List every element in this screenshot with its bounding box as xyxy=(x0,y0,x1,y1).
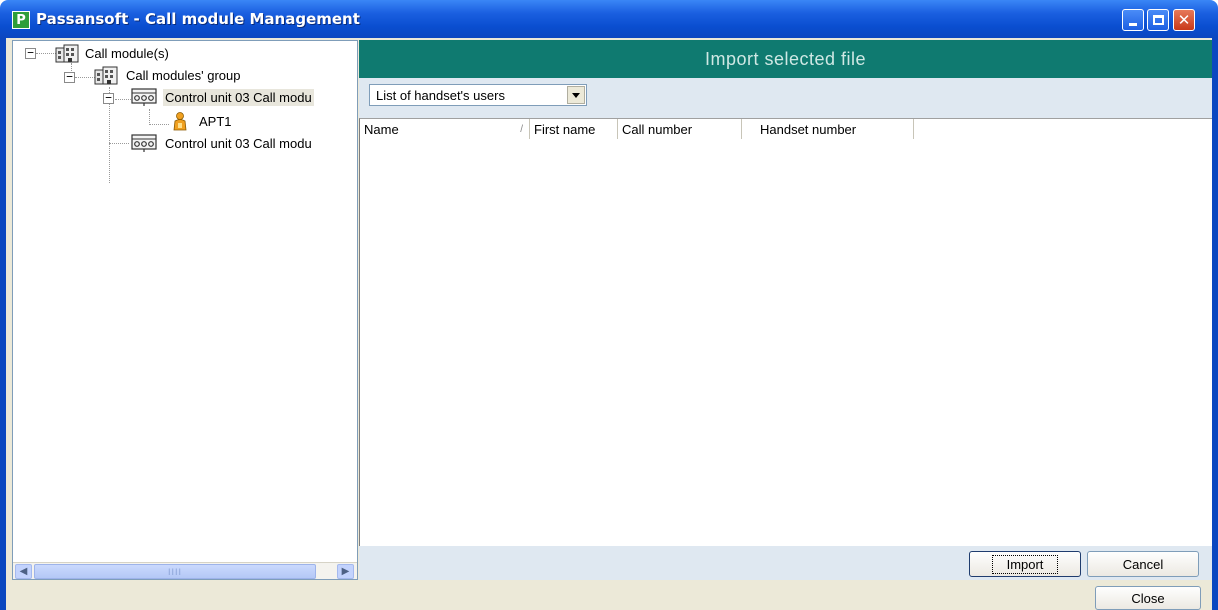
tree-collapse-root[interactable]: − xyxy=(25,47,36,59)
tree-node-call-modules-group[interactable]: Call modules' group xyxy=(94,65,243,85)
dropdown-arrow-button[interactable] xyxy=(567,86,585,104)
tree-node-label: Control unit 03 Call modu xyxy=(163,88,314,106)
tree-connector xyxy=(109,143,129,144)
control-unit-icon xyxy=(131,134,157,152)
column-header-name[interactable]: Name / xyxy=(360,119,530,139)
sort-indicator-icon: / xyxy=(520,123,523,135)
column-header-first-name[interactable]: First name xyxy=(530,119,618,139)
scroll-thumb[interactable]: IIII xyxy=(34,564,316,579)
import-button-label: Import xyxy=(991,554,1059,574)
handset-users-list[interactable]: Name / First name Call number Handset nu… xyxy=(359,118,1212,546)
tree-node-user-apt1[interactable]: APT1 xyxy=(173,111,234,131)
cancel-button-label: Cancel xyxy=(1122,556,1164,572)
column-header-filler xyxy=(914,119,1212,139)
minimize-icon xyxy=(1129,23,1137,26)
tree-node-label: Call modules' group xyxy=(126,67,241,83)
tree-collapse-unit-1[interactable]: − xyxy=(103,92,114,104)
building-icon xyxy=(94,66,118,85)
tree-node-control-unit-1[interactable]: Control unit 03 Call modu xyxy=(131,87,314,107)
column-header-call-number[interactable]: Call number xyxy=(618,119,742,139)
list-header: Name / First name Call number Handset nu… xyxy=(360,119,1212,139)
tree-node-label: APT1 xyxy=(199,113,232,129)
tree-collapse-group[interactable]: − xyxy=(64,71,75,83)
scroll-left-button[interactable]: ◀ xyxy=(15,564,32,579)
user-icon xyxy=(173,112,187,131)
close-icon: ✕ xyxy=(1177,10,1191,29)
chevron-right-icon: ▶ xyxy=(341,566,350,577)
chevron-down-icon xyxy=(572,92,580,98)
tree-node-label: Call module(s) xyxy=(85,45,169,61)
column-header-label: Handset number xyxy=(760,121,857,137)
tree-node-control-unit-2[interactable]: Control unit 03 Call modu xyxy=(131,133,314,153)
tree-connector xyxy=(75,77,95,78)
chevron-left-icon: ◀ xyxy=(19,566,28,577)
cancel-button[interactable]: Cancel xyxy=(1087,551,1199,577)
tree-connector xyxy=(115,99,131,100)
column-header-label: First name xyxy=(534,121,596,137)
title-bar[interactable]: P Passansoft - Call module Management ✕ xyxy=(0,0,1218,38)
close-button[interactable]: Close xyxy=(1095,586,1201,610)
tree-node-call-modules[interactable]: Call module(s) xyxy=(55,43,171,63)
window-frame-right xyxy=(1212,38,1218,610)
list-type-select[interactable]: List of handset's users xyxy=(369,84,587,106)
column-header-label: Name xyxy=(364,121,399,137)
building-icon xyxy=(55,44,79,63)
panel-header: Import selected file xyxy=(359,40,1212,78)
app-icon[interactable]: P xyxy=(12,11,30,29)
window-title: Passansoft - Call module Management xyxy=(36,10,360,28)
close-window-button[interactable]: ✕ xyxy=(1173,9,1195,31)
tree-connector xyxy=(149,124,169,125)
control-unit-icon xyxy=(131,88,157,106)
tree-connector xyxy=(36,53,56,54)
call-module-tree[interactable]: − Call module(s) − Call modules' group − xyxy=(12,40,358,580)
minimize-button[interactable] xyxy=(1122,9,1144,31)
maximize-button[interactable] xyxy=(1147,9,1169,31)
close-button-label: Close xyxy=(1131,590,1165,606)
list-type-value: List of handset's users xyxy=(376,87,505,103)
tree-connector xyxy=(149,109,150,125)
tree-horizontal-scrollbar[interactable]: ◀ IIII ▶ xyxy=(13,562,357,579)
scroll-right-button[interactable]: ▶ xyxy=(337,564,354,579)
maximize-icon xyxy=(1152,15,1164,25)
column-header-handset-number[interactable]: Handset number xyxy=(742,119,914,139)
column-header-label: Call number xyxy=(622,121,693,137)
import-button[interactable]: Import xyxy=(969,551,1081,577)
tree-node-label: Control unit 03 Call modu xyxy=(165,135,312,151)
